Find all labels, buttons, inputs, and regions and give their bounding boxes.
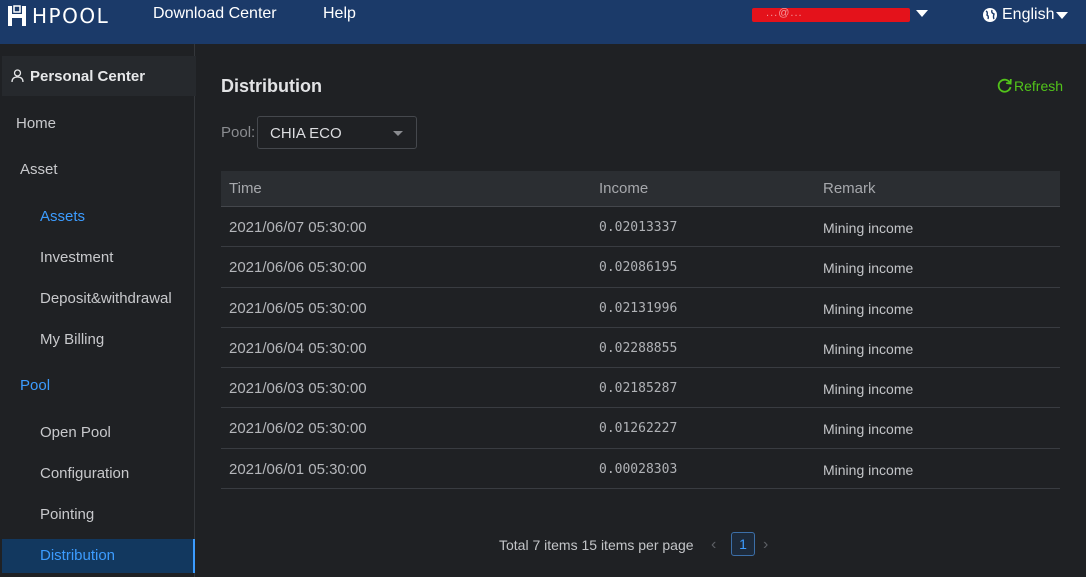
personal-center-header: Personal Center [2, 56, 196, 96]
time-cell: 2021/06/06 05:30:00 [229, 259, 367, 277]
table-row: 2021/06/06 05:30:00 0.02086195 Mining inco… [221, 247, 1060, 288]
table-row: 2021/06/01 05:30:00 0.00028303 Mining inco… [221, 449, 1060, 490]
logo-text: HPOOL [32, 4, 110, 28]
table-row: 2021/06/05 05:30:00 0.02131996 Mining inco… [221, 288, 1060, 328]
time-cell: 2021/06/01 05:30:00 [229, 460, 367, 478]
remark-cell: Mining income [823, 421, 914, 438]
table-row: 2021/06/07 05:30:00 0.02013337 Mining inco… [221, 207, 1060, 248]
chevron-down-icon [1056, 11, 1069, 19]
chevron-down-icon [393, 131, 403, 136]
globe-icon [983, 8, 997, 22]
pagination-summary: Total 7 items 15 items per page [499, 537, 694, 553]
sidebar: Personal Center Home Asset Assets Invest… [0, 44, 196, 577]
hpool-logo-icon [8, 5, 26, 26]
remark-cell: Mining income [823, 300, 914, 317]
income-cell: 0.00028303 [599, 461, 678, 477]
table-row: 2021/06/02 05:30:00 0.01262227 Mining inco… [221, 408, 1060, 449]
pool-select[interactable]: CHIA ECO [257, 116, 417, 149]
pagination-prev-icon[interactable]: ‹ [711, 536, 716, 554]
time-cell: 2021/06/07 05:30:00 [229, 219, 367, 236]
nav-help[interactable]: Help [323, 5, 356, 23]
column-header-income[interactable]: Income [599, 180, 648, 197]
refresh-icon [997, 78, 1012, 93]
income-cell: 0.02013337 [599, 220, 678, 235]
account-menu[interactable]: ​ ...@... ​ [752, 7, 910, 22]
column-header-remark[interactable]: Remark [823, 180, 876, 197]
income-cell: 0.02185287 [599, 381, 678, 397]
nav-download-center[interactable]: Download Center [153, 5, 277, 23]
page-title: Distribution [221, 76, 322, 96]
income-cell: 0.02131996 [599, 300, 678, 316]
time-cell: 2021/06/04 05:30:00 [229, 339, 367, 357]
user-icon [11, 69, 24, 83]
income-cell: 0.02288855 [599, 340, 678, 356]
sidebar-item-pool[interactable]: Pool [20, 377, 50, 394]
remark-cell: Mining income [823, 260, 914, 277]
table-header: Time Income Remark [221, 171, 1060, 207]
sidebar-item-pointing[interactable]: Pointing [40, 506, 94, 523]
pool-label: Pool: [221, 124, 256, 141]
pool-select-value: CHIA ECO [270, 125, 342, 142]
chevron-down-icon[interactable] [916, 10, 928, 17]
sidebar-item-my-billing[interactable]: My Billing [40, 331, 104, 348]
account-label: ​ ...@... ​ [762, 7, 807, 19]
sidebar-item-open-pool[interactable]: Open Pool [40, 424, 111, 441]
sidebar-item-deposit-withdrawal[interactable]: Deposit&withdrawal [40, 290, 172, 307]
time-cell: 2021/06/02 05:30:00 [229, 420, 367, 438]
personal-center-title: Personal Center [30, 67, 146, 85]
refresh-label: Refresh [1014, 77, 1064, 94]
language-selector[interactable]: English [982, 6, 1069, 24]
time-cell: 2021/06/05 05:30:00 [229, 299, 367, 317]
table-body: 2021/06/07 05:30:00 0.02013337 Mining inco… [221, 207, 1060, 490]
distribution-table: Time Income Remark 2021/06/07 05:30:00 0.… [221, 171, 1060, 490]
hpool-logo[interactable]: HPOOL [7, 4, 109, 28]
sidebar-item-distribution[interactable]: Distribution [40, 547, 115, 564]
remark-cell: Mining income [823, 381, 914, 398]
top-navigation-bar: HPOOL Download Center Help ​ ...@... ​ E… [0, 0, 1086, 44]
income-cell: 0.02086195 [599, 260, 678, 276]
time-cell: 2021/06/03 05:30:00 [229, 380, 367, 398]
income-cell: 0.01262227 [599, 421, 678, 437]
refresh-button[interactable]: Refresh [996, 77, 1063, 94]
remark-cell: Mining income [823, 340, 914, 357]
remark-cell: Mining income [823, 461, 914, 478]
sidebar-item-asset[interactable]: Asset [20, 161, 58, 178]
table-row: 2021/06/03 05:30:00 0.02185287 Mining inco… [221, 368, 1060, 409]
pagination-next-icon[interactable]: › [763, 536, 768, 554]
remark-cell: Mining income [823, 220, 914, 236]
sidebar-item-home[interactable]: Home [16, 115, 56, 132]
pagination-page-1[interactable]: 1 [731, 532, 755, 556]
sidebar-item-assets[interactable]: Assets [40, 208, 85, 225]
column-header-time[interactable]: Time [229, 180, 262, 197]
language-label: English [1002, 6, 1055, 23]
sidebar-item-investment[interactable]: Investment [40, 249, 113, 266]
table-row: 2021/06/04 05:30:00 0.02288855 Mining inco… [221, 328, 1060, 369]
sidebar-item-configuration[interactable]: Configuration [40, 465, 129, 482]
